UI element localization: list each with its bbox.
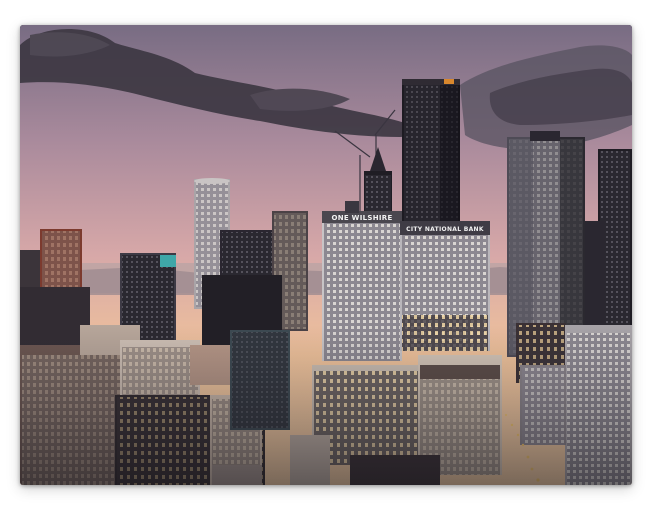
shadow-overlay <box>20 325 632 485</box>
bank-sign: CITY NATIONAL BANK <box>406 226 484 233</box>
skyline-illustration: ONE WILSHIRE CITY NATIONAL BANK <box>20 25 632 485</box>
one-wilshire-sign: ONE WILSHIRE <box>331 214 392 222</box>
city-skyline-photo: ONE WILSHIRE CITY NATIONAL BANK <box>20 25 632 485</box>
